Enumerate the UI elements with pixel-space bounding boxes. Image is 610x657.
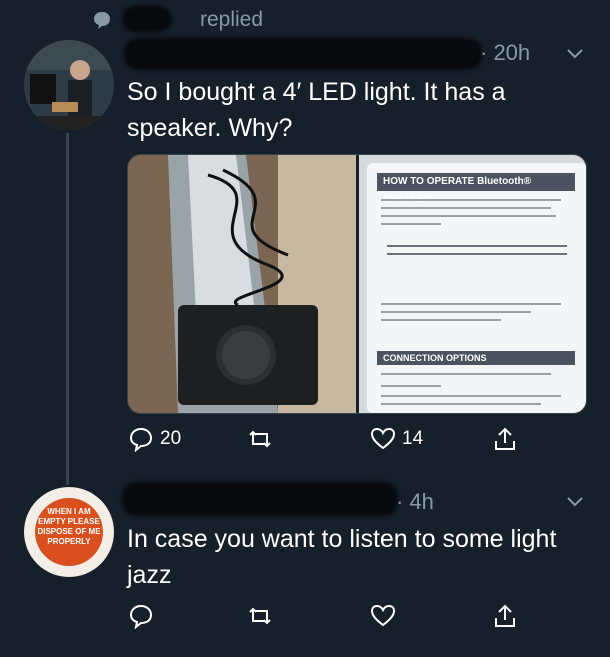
like-count: 14 xyxy=(402,428,424,449)
share-button[interactable] xyxy=(492,603,518,629)
manual-title: HOW TO OPERATE Bluetooth® SPEAKER: xyxy=(377,173,575,205)
reply-button[interactable]: 20 xyxy=(128,426,181,452)
redacted-name xyxy=(122,6,172,32)
timestamp[interactable]: · 20h xyxy=(480,40,530,66)
timestamp[interactable]: · 4h xyxy=(396,489,434,515)
manual-section-heading: CONNECTION OPTIONS xyxy=(377,351,575,365)
reply-count: 20 xyxy=(160,428,182,449)
like-icon xyxy=(370,604,396,627)
reply-icon xyxy=(129,427,153,452)
reply-button[interactable] xyxy=(128,603,160,629)
thread-connector xyxy=(66,133,69,485)
replied-label: replied xyxy=(200,8,264,31)
replied-context: replied xyxy=(92,6,263,34)
media-photo-light-fixture[interactable] xyxy=(128,155,356,413)
tweet-text: So I bought a 4′ LED light. It has a spe… xyxy=(127,78,506,142)
avatar-photo xyxy=(24,40,114,130)
avatar[interactable]: WHEN I AM EMPTY PLEASE DISPOSE OF ME PRO… xyxy=(24,487,114,577)
share-icon xyxy=(495,427,515,450)
avatar-badge-text: WHEN I AM EMPTY PLEASE DISPOSE OF ME PRO… xyxy=(37,507,101,546)
chevron-down-icon[interactable] xyxy=(566,48,584,60)
manual-page: HOW TO OPERATE Bluetooth® SPEAKER: CONNE… xyxy=(367,163,586,413)
redacted-username xyxy=(124,38,482,70)
like-button[interactable] xyxy=(370,603,402,629)
retweet-button[interactable] xyxy=(247,426,279,452)
retweet-icon xyxy=(249,607,271,625)
retweet-button[interactable] xyxy=(247,603,279,629)
tweet-text: In case you want to listen to some light… xyxy=(127,525,557,589)
redacted-username xyxy=(122,482,398,516)
tweet-media[interactable]: HOW TO OPERATE Bluetooth® SPEAKER: CONNE… xyxy=(127,154,587,414)
like-button[interactable]: 14 xyxy=(370,426,423,452)
share-button[interactable] xyxy=(492,426,518,452)
media-photo-manual[interactable]: HOW TO OPERATE Bluetooth® SPEAKER: CONNE… xyxy=(359,155,586,413)
retweet-icon xyxy=(249,430,271,448)
avatar[interactable] xyxy=(24,40,114,130)
like-icon xyxy=(370,427,396,450)
share-icon xyxy=(495,604,515,627)
chevron-down-icon[interactable] xyxy=(566,496,584,508)
speech-bubble-icon xyxy=(94,12,110,29)
reply-icon xyxy=(129,604,153,629)
